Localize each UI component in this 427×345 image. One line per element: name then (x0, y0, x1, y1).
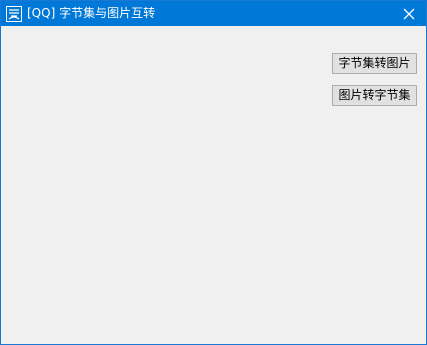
bytes-to-image-button[interactable]: 字节集转图片 (332, 53, 417, 74)
window-title: [QQ] 字节集与图片互转 (27, 6, 156, 20)
close-button[interactable] (392, 1, 426, 26)
client-area: 字节集转图片 图片转字节集 (1, 26, 426, 344)
app-window: [QQ] 字节集与图片互转 字节集转图片 图片转字节集 (0, 0, 427, 345)
close-icon (403, 8, 415, 20)
image-to-bytes-button[interactable]: 图片转字节集 (332, 85, 417, 106)
app-logo-icon (6, 6, 22, 22)
title-bar[interactable]: [QQ] 字节集与图片互转 (1, 1, 426, 26)
